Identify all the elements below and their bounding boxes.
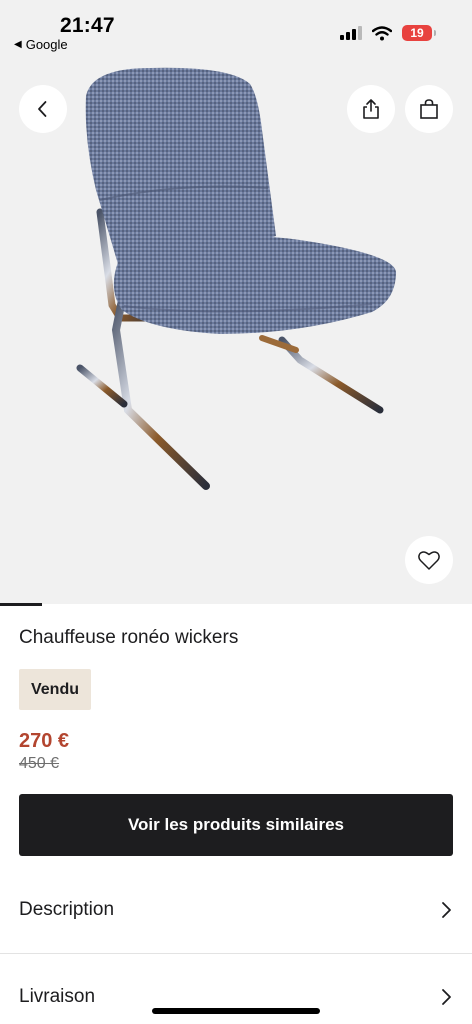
image-progress-indicator — [0, 603, 42, 606]
cellular-signal-icon — [340, 26, 362, 40]
sold-badge: Vendu — [19, 669, 91, 710]
description-label: Description — [19, 899, 115, 920]
shopping-bag-icon — [420, 99, 438, 119]
chevron-right-icon — [442, 989, 451, 1005]
product-old-price: 450 € — [19, 755, 60, 772]
back-app-label: Google — [25, 37, 68, 52]
similar-products-button[interactable]: Voir les produits similaires — [19, 794, 453, 856]
back-to-app-link[interactable]: ◀ Google — [14, 37, 68, 52]
share-icon — [363, 99, 379, 119]
chevron-left-icon — [38, 101, 47, 117]
battery-indicator: 19 — [402, 25, 436, 41]
system-icons: 19 — [340, 25, 436, 41]
chevron-right-icon — [442, 902, 451, 918]
heart-icon — [418, 551, 440, 570]
status-time: 21:47 — [60, 14, 115, 37]
delivery-label: Livraison — [19, 986, 96, 1007]
home-indicator[interactable] — [152, 1008, 320, 1014]
favorite-button[interactable] — [405, 536, 453, 584]
back-triangle-icon: ◀ — [14, 39, 22, 50]
status-bar: 21:47 ◀ Google 19 — [0, 0, 472, 58]
product-photo-chair — [76, 67, 396, 490]
product-image-gallery[interactable] — [0, 0, 472, 604]
back-button[interactable] — [19, 85, 67, 133]
section-divider — [0, 953, 472, 954]
wifi-icon — [372, 25, 392, 40]
product-title: Chauffeuse ronéo wickers — [19, 627, 239, 648]
description-row[interactable]: Description — [19, 890, 453, 930]
product-price: 270 € — [19, 730, 70, 752]
cart-button[interactable] — [405, 85, 453, 133]
share-button[interactable] — [347, 85, 395, 133]
